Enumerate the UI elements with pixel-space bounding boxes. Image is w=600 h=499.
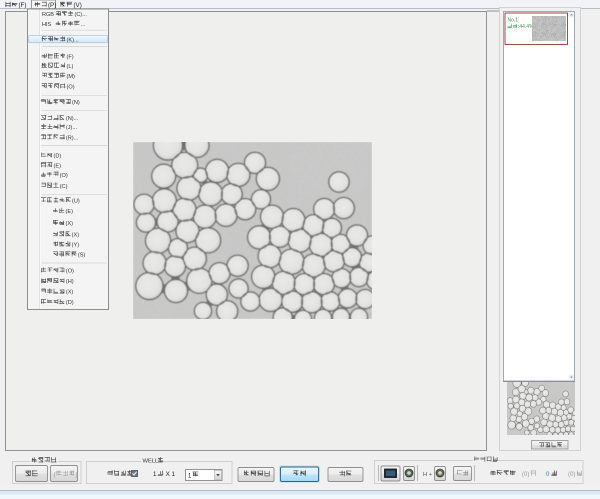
svg-text:(E): (E)	[66, 209, 74, 215]
svg-text:WELL: WELL	[143, 458, 160, 464]
svg-text:H +: H +	[423, 472, 433, 478]
svg-text:(D): (D)	[54, 154, 62, 160]
svg-text:(D): (D)	[66, 300, 74, 306]
svg-text:(0): (0)	[522, 472, 529, 478]
svg-text:(O): (O)	[67, 85, 75, 91]
svg-text:(X): (X)	[66, 221, 74, 227]
svg-text:RGB: RGB	[42, 12, 54, 18]
svg-text:(S): (S)	[78, 253, 86, 259]
svg-text:(N)...: (N)...	[66, 116, 79, 122]
svg-text:(O): (O)	[66, 269, 74, 275]
svg-text:): )	[75, 471, 77, 478]
svg-text:X 1: X 1	[166, 471, 176, 478]
svg-text:(K)...: (K)...	[67, 37, 80, 43]
svg-text:No.1: No.1	[508, 17, 519, 23]
svg-text:(P): (P)	[48, 2, 56, 9]
svg-text:...: ...	[81, 22, 86, 28]
svg-text:(M): (M)	[67, 74, 76, 80]
svg-text:(F): (F)	[19, 2, 27, 9]
svg-text:(0): (0)	[568, 472, 575, 478]
svg-text:(F): (F)	[67, 55, 74, 61]
svg-text:(O): (O)	[60, 173, 68, 179]
svg-text:(X): (X)	[66, 290, 74, 296]
svg-text:(E): (E)	[54, 163, 62, 169]
svg-text:1: 1	[153, 471, 157, 478]
svg-text:(C)...: (C)...	[74, 12, 87, 18]
svg-text:(C): (C)	[60, 184, 68, 190]
svg-text::44.4%: :44.4%	[518, 24, 534, 30]
svg-text:(U): (U)	[72, 199, 80, 205]
svg-text:(X): (X)	[72, 232, 80, 238]
svg-text:(R)...: (R)...	[66, 135, 79, 141]
svg-text:(N): (N)	[72, 100, 80, 106]
svg-text:(H): (H)	[66, 279, 74, 285]
svg-text:(L): (L)	[67, 64, 74, 70]
svg-text:(Y): (Y)	[72, 243, 80, 249]
svg-text:HIS: HIS	[42, 22, 52, 28]
svg-text:(V): (V)	[74, 2, 82, 9]
svg-text:(J)...: (J)...	[66, 125, 78, 131]
